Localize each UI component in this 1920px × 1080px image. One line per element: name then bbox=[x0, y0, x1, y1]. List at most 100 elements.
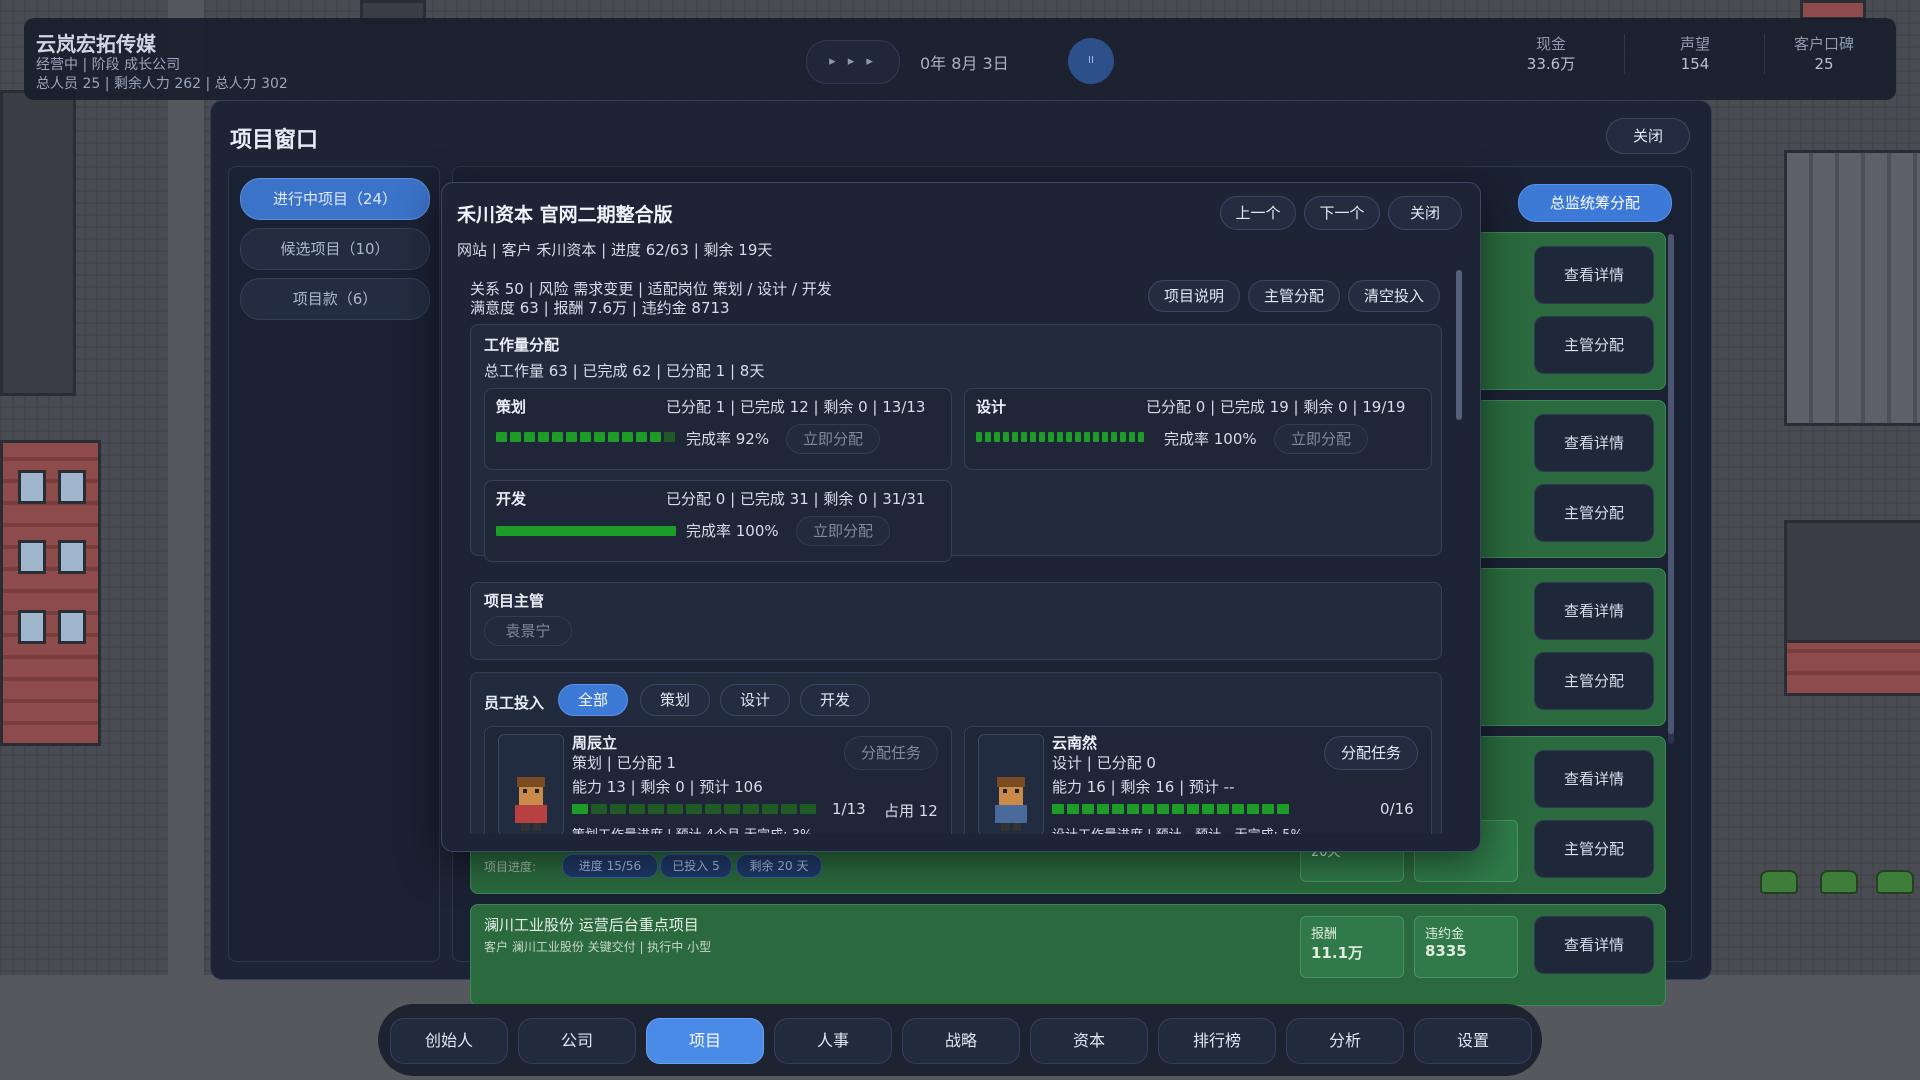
nav-ranking[interactable]: 排行榜 bbox=[1158, 1018, 1276, 1064]
progress-dot bbox=[1142, 804, 1154, 814]
stat-cash: 现金 33.6万 bbox=[1480, 34, 1622, 74]
progress-dot bbox=[552, 432, 563, 442]
clear-invest-button[interactable]: 清空投入 bbox=[1348, 280, 1440, 312]
nav-company[interactable]: 公司 bbox=[518, 1018, 636, 1064]
nav-analysis[interactable]: 分析 bbox=[1286, 1018, 1404, 1064]
nav-capital[interactable]: 资本 bbox=[1030, 1018, 1148, 1064]
list-scrollbar-thumb[interactable] bbox=[1668, 234, 1674, 734]
next-project-button[interactable]: 下一个 bbox=[1304, 196, 1380, 230]
progress-dot bbox=[1262, 804, 1274, 814]
nav-projects[interactable]: 项目 bbox=[646, 1018, 764, 1064]
employee-capacity-dots bbox=[1052, 804, 1292, 816]
progress-dot bbox=[1120, 432, 1126, 442]
employee-occupy: 占用 12 bbox=[884, 802, 938, 820]
next-project-desc: 客户 澜川工业股份 关键交付 | 执行中 小型 bbox=[484, 940, 712, 954]
overall-assign-button[interactable]: 总监统筹分配 bbox=[1518, 184, 1672, 222]
game-speed-control[interactable]: ▸ ▸ ▸ bbox=[806, 40, 900, 84]
employee-name: 云南然 bbox=[1052, 734, 1098, 752]
sidebar-item-ongoing[interactable]: 进行中项目（24） bbox=[240, 178, 430, 220]
nav-hr[interactable]: 人事 bbox=[774, 1018, 892, 1064]
employee-avatar bbox=[498, 734, 564, 834]
role-stats: 已分配 0 | 已完成 19 | 剩余 0 | 19/19 bbox=[1146, 398, 1406, 416]
assign-now-button[interactable]: 立即分配 bbox=[786, 424, 880, 454]
filter-dev[interactable]: 开发 bbox=[800, 684, 870, 716]
staff-title: 员工投入 bbox=[484, 694, 545, 712]
role-stats: 已分配 1 | 已完成 12 | 剩余 0 | 13/13 bbox=[666, 398, 926, 416]
stat-cash-label: 现金 bbox=[1535, 35, 1566, 53]
filter-planning[interactable]: 策划 bbox=[640, 684, 710, 716]
progress-dot bbox=[566, 432, 577, 442]
manager-assign-button[interactable]: 主管分配 bbox=[1534, 484, 1654, 542]
progress-dot bbox=[648, 804, 664, 814]
progress-dot bbox=[1138, 432, 1144, 442]
info-line-2: 满意度 63 | 报酬 7.6万 | 违约金 8713 bbox=[470, 299, 730, 317]
manager-section bbox=[470, 582, 1442, 660]
progress-dot bbox=[1093, 432, 1099, 442]
assign-now-button[interactable]: 立即分配 bbox=[796, 516, 890, 546]
role-rate: 完成率 100% bbox=[1164, 430, 1257, 448]
filter-design[interactable]: 设计 bbox=[720, 684, 790, 716]
progress-dot bbox=[1217, 804, 1229, 814]
manager-assign-button[interactable]: 主管分配 bbox=[1534, 652, 1654, 710]
assign-task-button[interactable]: 分配任务 bbox=[844, 736, 938, 770]
progress-dot bbox=[1202, 804, 1214, 814]
remaining-chip: 剩余 20 天 bbox=[736, 854, 822, 878]
detail-scrollbar[interactable] bbox=[1456, 270, 1462, 420]
sidebar-item-candidates[interactable]: 候选项目（10） bbox=[240, 228, 430, 270]
progress-dot bbox=[1048, 432, 1054, 442]
company-staff: 总人员 25 | 剩余人力 262 | 总人力 302 bbox=[36, 76, 288, 92]
employee-note: 策划工作量进度 | 预计 4个月 无完成: 3% bbox=[572, 824, 812, 834]
next-project-reward: 报酬 11.1万 bbox=[1300, 916, 1404, 978]
employee-ability: 能力 13 | 剩余 0 | 预计 106 bbox=[572, 778, 763, 796]
sidebar-item-payments[interactable]: 项目款（6） bbox=[240, 278, 430, 320]
manager-assign-button[interactable]: 主管分配 bbox=[1248, 280, 1340, 312]
info-line-1: 关系 50 | 风险 需求变更 | 适配岗位 策划 / 设计 / 开发 bbox=[470, 280, 832, 298]
invested-chip: 已投入 5 bbox=[660, 854, 732, 878]
nav-settings[interactable]: 设置 bbox=[1414, 1018, 1532, 1064]
pause-button[interactable]: II bbox=[1068, 38, 1114, 84]
employee-role: 策划 | 已分配 1 bbox=[572, 754, 676, 772]
view-details-button[interactable]: 查看详情 bbox=[1534, 916, 1654, 974]
view-details-button[interactable]: 查看详情 bbox=[1534, 414, 1654, 472]
detail-scroll-area: 关系 50 | 风险 需求变更 | 适配岗位 策划 / 设计 / 开发 满意度 … bbox=[452, 268, 1472, 834]
progress-dot bbox=[1187, 804, 1199, 814]
progress-dot bbox=[538, 432, 549, 442]
progress-dot bbox=[1129, 432, 1135, 442]
role-progress-dots bbox=[496, 432, 678, 444]
employee-avatar bbox=[978, 734, 1044, 834]
stat-reputation-value: 154 bbox=[1680, 55, 1710, 73]
progress-dot bbox=[496, 432, 507, 442]
stat-reputation-label: 声望 bbox=[1679, 35, 1710, 53]
progress-dot bbox=[724, 804, 740, 814]
view-details-button[interactable]: 查看详情 bbox=[1534, 750, 1654, 808]
progress-dot bbox=[985, 432, 991, 442]
role-progress-dots bbox=[976, 432, 1147, 444]
manager-name-chip[interactable]: 袁景宁 bbox=[484, 616, 572, 646]
detail-close-button[interactable]: 关闭 bbox=[1388, 196, 1462, 230]
progress-dot bbox=[622, 432, 633, 442]
view-details-button[interactable]: 查看详情 bbox=[1534, 582, 1654, 640]
progress-dot bbox=[976, 432, 982, 442]
employee-name: 周辰立 bbox=[572, 734, 618, 752]
manager-assign-button[interactable]: 主管分配 bbox=[1534, 316, 1654, 374]
progress-dot bbox=[636, 432, 647, 442]
manager-assign-button[interactable]: 主管分配 bbox=[1534, 820, 1654, 878]
window-close-button[interactable]: 关闭 bbox=[1606, 118, 1690, 154]
filter-all[interactable]: 全部 bbox=[558, 684, 628, 716]
assign-task-button[interactable]: 分配任务 bbox=[1324, 736, 1418, 770]
role-rate: 完成率 100% bbox=[686, 522, 779, 540]
role-rate: 完成率 92% bbox=[686, 430, 770, 448]
nav-strategy[interactable]: 战略 bbox=[902, 1018, 1020, 1064]
progress-dot bbox=[1157, 804, 1169, 814]
employee-note: 设计工作量进度 | 预计-- 预计-- 无完成: 5% bbox=[1052, 824, 1303, 834]
progress-dot bbox=[1277, 804, 1289, 814]
nav-founder[interactable]: 创始人 bbox=[390, 1018, 508, 1064]
project-desc-button[interactable]: 项目说明 bbox=[1148, 280, 1240, 312]
assign-now-button[interactable]: 立即分配 bbox=[1274, 424, 1368, 454]
view-details-button[interactable]: 查看详情 bbox=[1534, 246, 1654, 304]
progress-dot bbox=[1097, 804, 1109, 814]
employee-role: 设计 | 已分配 0 bbox=[1052, 754, 1156, 772]
prev-project-button[interactable]: 上一个 bbox=[1220, 196, 1296, 230]
progress-dot bbox=[667, 804, 683, 814]
person-icon bbox=[995, 777, 1027, 831]
